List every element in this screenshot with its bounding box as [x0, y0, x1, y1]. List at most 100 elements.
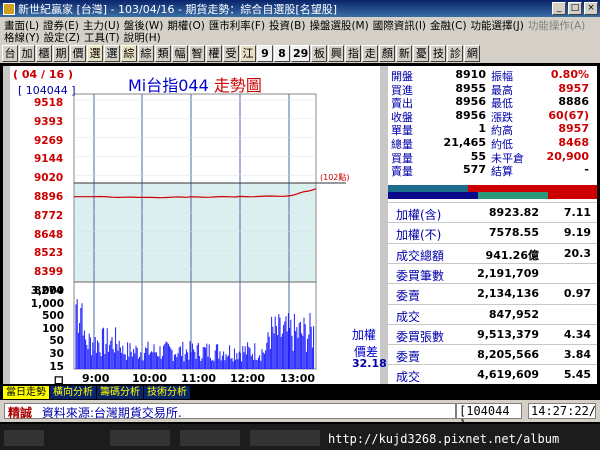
stat-value: 4,619,609 — [477, 368, 539, 382]
taskbar-item[interactable] — [180, 430, 240, 446]
toolbar-button[interactable]: 技 — [430, 44, 447, 62]
stat-value: 7578.55 — [488, 226, 539, 240]
x-tick-label: 10:00 — [132, 372, 168, 385]
menu-item[interactable]: 操盤選股(M) — [309, 20, 368, 32]
toolbar-button[interactable]: 8 — [274, 44, 290, 62]
toolbar-button[interactable]: 診 — [447, 44, 464, 62]
x-tick-label: 12:00 — [230, 372, 266, 385]
stat-label: 成交 — [396, 309, 421, 324]
menu-item[interactable]: 國際資訊(I) — [373, 20, 426, 32]
toolbar-button[interactable]: 價 — [70, 44, 86, 62]
quote-value: 21,465 — [443, 136, 486, 149]
toolbar-button[interactable]: 櫃 — [36, 44, 52, 62]
watermark-url: http://kujd3268.pixnet.net/album — [328, 432, 560, 446]
volume-tick-label: 500 — [42, 310, 64, 323]
stat-ratio: 4.34 — [563, 327, 591, 341]
volume-tick-label: 3,000 — [30, 285, 64, 297]
stat-label: 委賣 — [396, 289, 421, 304]
toolbar-button[interactable]: 新 — [396, 44, 413, 62]
stat-ratio: 5.45 — [563, 368, 591, 382]
status-source: 資料來源:台灣期貨交易所. — [41, 406, 182, 420]
trend-chart: (102點) — [73, 93, 350, 370]
stat-ratio: 0.97 — [563, 287, 591, 301]
tab-1[interactable]: 橫向分析 — [50, 386, 96, 399]
toolbar-button[interactable]: 選 — [87, 44, 103, 62]
stat-label: 委賣 — [396, 350, 421, 365]
x-tick-label: 11:00 — [181, 372, 217, 385]
stat-label: 委買張數 — [396, 329, 445, 344]
quote-value: 577 — [463, 163, 486, 177]
x-tick-label: 13:00 — [280, 372, 316, 385]
toolbar-button[interactable]: 權 — [206, 44, 222, 62]
toolbar-button[interactable]: 顏 — [379, 44, 396, 62]
taskbar-item[interactable] — [110, 430, 170, 446]
quote-key: 賣量 — [391, 165, 413, 179]
tab-3[interactable]: 技術分析 — [144, 386, 190, 399]
y-tick-label: 8399 — [34, 266, 64, 279]
menu-item[interactable]: 投資(B) — [269, 20, 305, 32]
quote-row: 總量 21,465 約低 8468 — [388, 136, 597, 151]
taskbar-item[interactable] — [4, 430, 44, 446]
app-icon — [3, 2, 15, 15]
toolbar-button[interactable]: 憂 — [413, 44, 430, 62]
menu-item-disabled: 功能操作(A) — [527, 20, 586, 32]
y-tick-label: 8648 — [34, 228, 64, 241]
toolbar-button[interactable]: 板 — [311, 44, 328, 62]
side-label-weighted: 加權 — [352, 328, 377, 342]
maximize-button[interactable]: □ — [568, 2, 582, 15]
toolbar-button[interactable]: 指 — [345, 44, 362, 62]
toolbar-button[interactable]: 類 — [155, 44, 171, 62]
toolbar-button[interactable]: 幅 — [172, 44, 188, 62]
taskbar-item[interactable] — [250, 430, 320, 446]
toolbar-button[interactable]: 受 — [223, 44, 239, 62]
toolbar-button[interactable]: 綜 — [138, 44, 154, 62]
y-tick-label: 9020 — [34, 172, 64, 185]
chart-fill-area — [74, 183, 316, 282]
quote-value: 55 — [470, 149, 486, 163]
chart-title: Mi台指044 走勢圖 — [128, 72, 262, 96]
toolbar-button[interactable]: 9 — [257, 44, 273, 62]
quote-value: 8468 — [558, 136, 589, 149]
toolbar-button[interactable]: 期 — [53, 44, 69, 62]
quote-value: 60(67) — [548, 108, 589, 122]
stat-label: 成交總額 — [396, 248, 445, 263]
menu-item[interactable]: 匯市利率(F) — [209, 20, 265, 32]
stat-value: 2,134,136 — [477, 287, 539, 301]
toolbar-button[interactable]: 興 — [328, 44, 345, 62]
minimize-button[interactable]: _ — [552, 2, 566, 15]
menu-item[interactable]: 功能選擇(J) — [471, 20, 524, 32]
toolbar-button[interactable]: 網 — [464, 44, 481, 62]
market-stat-row: 加權(不) 7578.55 9.19 — [388, 222, 597, 242]
quote-value: 20,900 — [546, 149, 589, 163]
stat-value: 8923.82 — [488, 206, 539, 219]
quote-value: 1 — [478, 122, 486, 136]
tab-2[interactable]: 籌碼分析 — [97, 386, 143, 399]
volume-tick-label: 1,000 — [30, 297, 64, 310]
toolbar-button[interactable]: 智 — [189, 44, 205, 62]
toolbar-button[interactable]: 綜 — [121, 44, 137, 62]
y-tick-label: 8896 — [34, 191, 64, 203]
chart-date: ( 04 / 16 ) — [13, 68, 74, 81]
toolbar-button[interactable]: 走 — [362, 44, 379, 62]
stat-label: 委買筆數 — [396, 268, 445, 283]
menu-row-2: 格線(Y) 設定(Z) 工具(T) 說明(H) — [4, 30, 165, 44]
menu-item[interactable]: 金融(C) — [430, 20, 467, 32]
tab-0[interactable]: 當日走勢 — [3, 386, 49, 399]
market-stat-row: 成交 4,619,609 5.45 — [388, 364, 597, 384]
toolbar-button[interactable]: 加 — [19, 44, 35, 62]
volume-tick-label: 100 — [42, 322, 64, 335]
quote-panel: 開盤 8910 振幅 0.80% 買進 8955 最高 8957 賣出 8956 最低 8886 收盤 8… — [388, 66, 597, 384]
quote-value: 8957 — [558, 81, 589, 95]
y-tick-label: 9518 — [34, 97, 64, 109]
menu-item[interactable]: 期權(O) — [167, 20, 204, 32]
y-tick-label: 8772 — [34, 209, 64, 222]
toolbar-button[interactable]: 29 — [291, 44, 311, 62]
close-button[interactable]: × — [584, 2, 598, 15]
y-tick-label: 9144 — [34, 153, 64, 166]
stat-ratio: 7.11 — [563, 206, 591, 219]
quote-value: 8956 — [455, 95, 486, 109]
toolbar-button[interactable]: 選 — [104, 44, 120, 62]
reference-label: (102點) — [320, 172, 350, 182]
toolbar-button[interactable]: 台 — [2, 44, 18, 62]
toolbar-button[interactable]: 江 — [240, 44, 256, 62]
